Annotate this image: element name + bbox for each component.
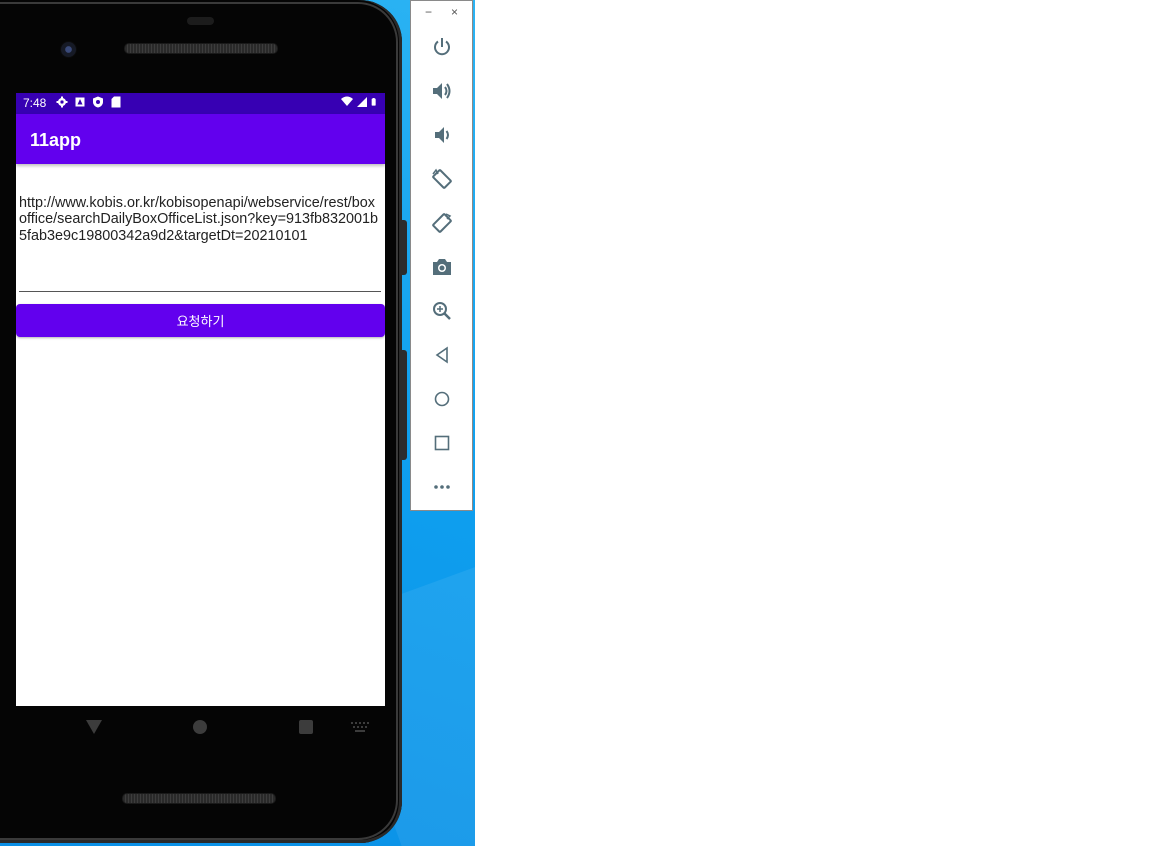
emu-overview-button[interactable] — [431, 432, 453, 454]
recents-icon[interactable] — [299, 720, 313, 734]
status-system-icons — [341, 96, 379, 108]
rotate-right-button[interactable] — [431, 212, 453, 234]
rotate-left-icon — [432, 168, 452, 189]
volume-up-button[interactable] — [431, 80, 453, 102]
status-time: 7:48 — [23, 96, 47, 110]
bottom-speaker — [122, 793, 276, 804]
keyboard-icon[interactable] — [351, 722, 369, 732]
home-icon — [434, 391, 450, 407]
url-input-underline — [19, 291, 381, 292]
more-icon — [434, 485, 450, 489]
request-button[interactable]: 요청하기 — [16, 304, 385, 337]
app-title: 11app — [30, 130, 82, 150]
battery-icon — [371, 98, 376, 106]
top-speaker — [124, 43, 278, 54]
minimize-button[interactable]: − — [425, 5, 432, 19]
shield-icon — [93, 96, 103, 108]
back-icon[interactable] — [85, 719, 103, 735]
device-screen: 7:48 11app http://www.kobis.or.kr/kobiso… — [16, 93, 385, 706]
screenshot-button[interactable] — [431, 256, 453, 278]
settings-icon — [56, 96, 68, 108]
emulator-toolbar: − × — [410, 0, 473, 511]
close-button[interactable]: × — [451, 5, 458, 19]
camera-icon — [433, 259, 451, 275]
emu-home-button[interactable] — [431, 388, 453, 410]
rotate-left-button[interactable] — [431, 168, 453, 190]
more-button[interactable] — [431, 476, 453, 498]
rotate-right-icon — [432, 213, 452, 233]
home-icon[interactable] — [193, 720, 207, 734]
power-icon — [434, 38, 450, 56]
volume-down-button[interactable] — [431, 124, 453, 146]
back-icon — [435, 346, 448, 364]
sd-card-icon — [111, 96, 121, 108]
phone-side-key-lower — [400, 350, 407, 460]
front-camera — [60, 41, 77, 58]
url-input[interactable]: http://www.kobis.or.kr/kobisopenapi/webs… — [19, 195, 381, 244]
phone-side-key-upper — [400, 220, 407, 275]
status-notification-icons — [56, 96, 122, 108]
volume-up-icon — [433, 83, 451, 99]
phone-frame: 7:48 11app http://www.kobis.or.kr/kobiso… — [0, 0, 402, 843]
wifi-icon — [341, 96, 353, 106]
zoom-icon — [433, 302, 451, 320]
zoom-button[interactable] — [431, 300, 453, 322]
alert-icon — [75, 97, 85, 107]
signal-icon — [357, 97, 367, 107]
power-button[interactable] — [431, 36, 453, 58]
phone-notch — [187, 17, 214, 25]
overview-icon — [434, 435, 450, 451]
status-bar: 7:48 — [16, 93, 385, 114]
app-bar: 11app — [16, 114, 385, 164]
volume-down-icon — [435, 127, 449, 143]
emu-back-button[interactable] — [431, 344, 453, 366]
